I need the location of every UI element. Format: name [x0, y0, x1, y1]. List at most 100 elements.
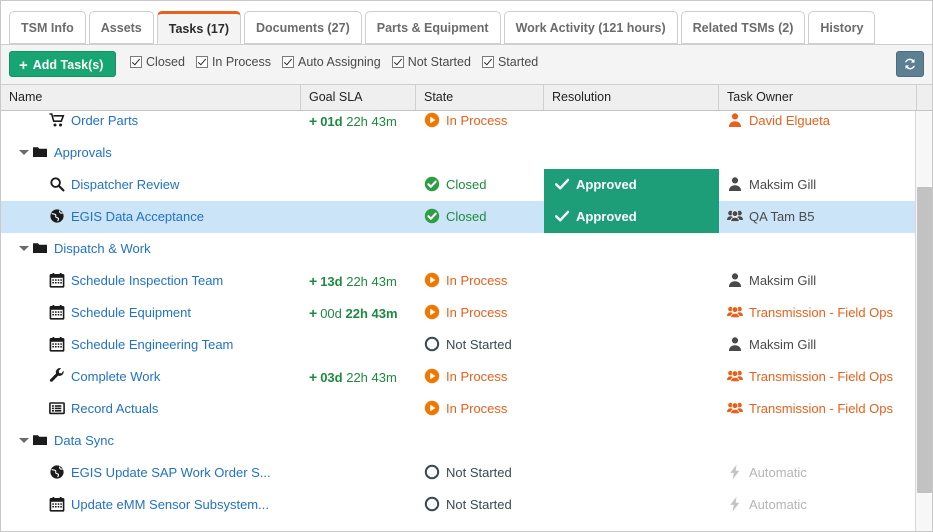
vertical-scrollbar[interactable] [915, 111, 932, 531]
table-row[interactable]: Approvals [1, 137, 932, 169]
cell-name[interactable]: Dispatch & Work [1, 233, 301, 265]
cell-goal-sla [301, 137, 416, 169]
table-row[interactable]: EGIS Data Acceptance Closed Approved QA Tam… [1, 201, 932, 233]
column-header-task-owner[interactable]: Task Owner [719, 85, 917, 110]
task-name[interactable]: Record Actuals [71, 401, 158, 416]
cell-name[interactable]: Order Parts [1, 111, 301, 137]
column-header-name[interactable]: Name [1, 85, 301, 110]
tab-tsm-info[interactable]: TSM Info [9, 11, 86, 44]
cell-state: In Process [416, 393, 544, 425]
task-name[interactable]: Schedule Equipment [71, 305, 191, 320]
filter-in-process[interactable]: In Process [195, 55, 271, 69]
cell-name[interactable]: EGIS Update SAP Work Order S... [1, 457, 301, 489]
table-row[interactable]: Record Actuals In Process Transmission - F… [1, 393, 932, 425]
checkbox-icon[interactable] [282, 55, 294, 68]
filter-closed[interactable]: Closed [130, 55, 185, 69]
collapse-toggle-icon[interactable] [19, 148, 29, 158]
scrollbar-thumb[interactable] [917, 187, 932, 493]
cell-resolution [544, 425, 719, 457]
cell-name[interactable]: Data Sync [1, 425, 301, 457]
table-row[interactable]: Order Parts +01d 22h 43m In Process David E… [1, 111, 932, 137]
cell-name[interactable]: Record Actuals [1, 393, 301, 425]
tab-work-activity-121-hours[interactable]: Work Activity (121 hours) [503, 11, 678, 44]
table-row[interactable]: Schedule Engineering Team Not Started Maks… [1, 329, 932, 361]
sla-value: +00d 22h 43m [309, 305, 398, 321]
cell-name[interactable]: Approvals [1, 137, 301, 169]
table-row[interactable]: Dispatch & Work [1, 233, 932, 265]
cell-name[interactable]: Update eMM Sensor Subsystem... [1, 489, 301, 521]
filter-started[interactable]: Started [481, 54, 539, 69]
cell-state: In Process [416, 265, 544, 297]
task-name[interactable]: Complete Work [71, 369, 160, 384]
tab-related-tsms-2[interactable]: Related TSMs (2) [680, 11, 806, 44]
cell-resolution [544, 329, 719, 361]
grid-header: Name Goal SLA State Resolution Task Owner [1, 85, 932, 111]
filter-not-started[interactable]: Not Started [391, 55, 471, 69]
table-row[interactable]: Update eMM Sensor Subsystem... Not Starte… [1, 489, 932, 521]
state-inprocess-icon [424, 368, 440, 384]
task-name[interactable]: EGIS Update SAP Work Order S... [71, 465, 271, 480]
tab-label: Tasks (17) [168, 22, 229, 36]
table-row[interactable]: Dispatcher Review Closed Approved Maksim Gi… [1, 169, 932, 201]
owner-label: Automatic [749, 465, 807, 480]
group-name[interactable]: Dispatch & Work [54, 241, 151, 256]
table-row[interactable]: Data Sync [1, 425, 932, 457]
filter-auto-assigning[interactable]: Auto Assigning [282, 55, 381, 69]
tab-history[interactable]: History [808, 11, 876, 44]
task-name[interactable]: Schedule Engineering Team [71, 337, 233, 352]
tab-assets[interactable]: Assets [88, 11, 154, 44]
task-name[interactable]: Order Parts [71, 113, 138, 128]
tab-label: History [820, 21, 864, 35]
cell-name[interactable]: Complete Work [1, 361, 301, 393]
collapse-toggle-icon[interactable] [19, 436, 29, 446]
bolt-icon [727, 464, 743, 480]
group-name[interactable]: Approvals [54, 145, 112, 160]
check-icon [554, 208, 570, 224]
filter-label: Started [497, 54, 539, 69]
column-header-resolution[interactable]: Resolution [544, 85, 719, 110]
task-name[interactable]: Update eMM Sensor Subsystem... [71, 497, 269, 512]
calendar-icon [49, 304, 65, 320]
refresh-button[interactable] [896, 51, 924, 77]
column-header-state[interactable]: State [416, 85, 544, 110]
cell-name[interactable]: Dispatcher Review [1, 169, 301, 201]
checkbox-icon[interactable] [130, 55, 143, 68]
task-name[interactable]: Dispatcher Review [71, 177, 179, 192]
column-header-goal-sla[interactable]: Goal SLA [301, 85, 416, 110]
table-row[interactable]: Schedule Inspection Team +13d 22h 43m In P… [1, 265, 932, 297]
group-name[interactable]: Data Sync [54, 433, 114, 448]
tab-parts-equipment[interactable]: Parts & Equipment [364, 11, 501, 44]
checkbox-icon[interactable] [481, 55, 494, 68]
cell-task-owner [719, 233, 917, 265]
column-header-label: Task Owner [727, 90, 793, 104]
add-tasks-button[interactable]: + Add Task(s) [9, 51, 117, 77]
table-row[interactable]: Schedule Equipment +00d 22h 43m In Process… [1, 297, 932, 329]
refresh-icon [905, 58, 915, 70]
tab-documents-27[interactable]: Documents (27) [243, 11, 362, 44]
cell-name[interactable]: EGIS Data Acceptance [1, 201, 301, 233]
cell-resolution: Approved [544, 169, 719, 201]
cell-name[interactable]: Schedule Inspection Team [1, 265, 301, 297]
checkbox-icon[interactable] [195, 55, 208, 68]
sla-sign: + [309, 369, 318, 385]
state-closed-icon [424, 176, 440, 192]
cell-resolution [544, 393, 719, 425]
task-name[interactable]: EGIS Data Acceptance [71, 209, 204, 224]
person-icon [727, 336, 743, 352]
state-label: In Process [446, 401, 508, 416]
tab-label: Assets [100, 21, 142, 35]
cell-task-owner: Transmission - Field Ops [719, 393, 917, 425]
task-name[interactable]: Schedule Inspection Team [71, 273, 223, 288]
table-row[interactable]: EGIS Update SAP Work Order S... Not Start… [1, 457, 932, 489]
tab-tasks-17[interactable]: Tasks (17) [156, 11, 241, 44]
cell-goal-sla [301, 457, 416, 489]
cell-name[interactable]: Schedule Engineering Team [1, 329, 301, 361]
group-icon [727, 400, 743, 416]
wrench-icon [49, 368, 65, 384]
calendar-icon [49, 272, 65, 288]
cell-name[interactable]: Schedule Equipment [1, 297, 301, 329]
checkbox-icon[interactable] [391, 55, 404, 68]
filter-label: Auto Assigning [298, 54, 381, 69]
collapse-toggle-icon[interactable] [19, 244, 29, 254]
table-row[interactable]: Complete Work +03d 22h 43m In Process Trans… [1, 361, 932, 393]
